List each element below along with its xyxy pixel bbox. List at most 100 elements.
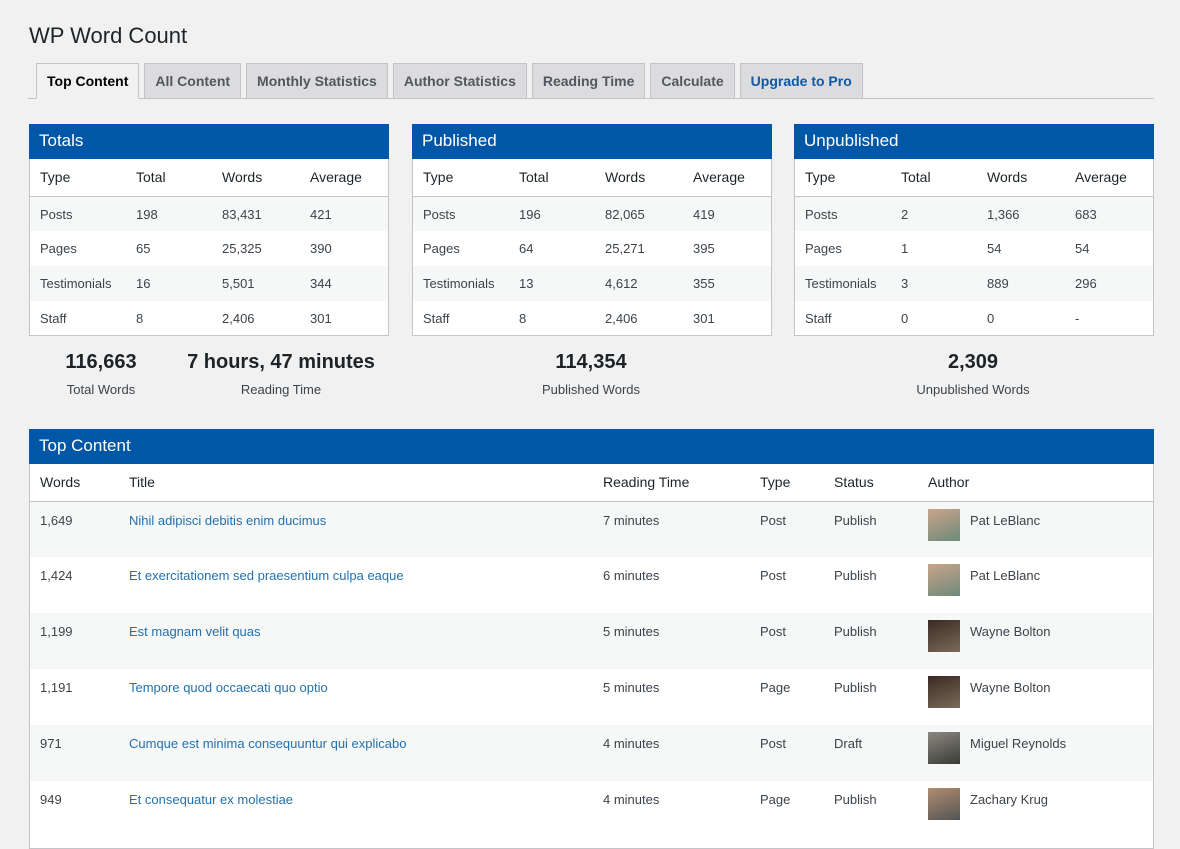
table-row: Pages 65 25,325 390 [30,231,388,266]
author-cell: Miguel Reynolds [918,725,1153,781]
table-cell: 1,199 [40,624,73,639]
table-cell: Post [760,624,787,639]
column-header: Reading Time [593,464,750,502]
table-cell: 683 [1075,206,1097,222]
table-cell: 1,424 [40,568,73,583]
table-cell: 2 [901,206,909,222]
stat-reading-time: 7 hours, 47 minutes Reading Time [161,351,401,397]
table-cell: 25,325 [222,241,262,256]
stat-label: Reading Time [240,382,322,397]
post-title-link[interactable]: Et exercitationem sed praesentium culpa … [129,568,404,583]
tab-author-statistics[interactable]: Author Statistics [392,63,527,99]
tab-monthly-statistics[interactable]: Monthly Statistics [246,63,388,99]
column-header: Words [595,159,683,197]
panel-header: Published [412,124,772,159]
stat-value: 7 hours, 47 minutes [187,351,375,373]
tab-upgrade-to-pro[interactable]: Upgrade to Pro [739,63,863,99]
column-header: Type [750,464,824,502]
stat-label: Published Words [541,382,641,397]
post-title-link[interactable]: Cumque est minima consequuntur qui expli… [129,736,407,751]
table-cell: Pages [423,241,460,256]
column-header: Average [1065,159,1153,197]
table-cell: 1 [901,241,909,256]
table-cell: 0 [987,311,995,326]
table-cell: 395 [693,241,715,256]
column-header: Author [918,464,1153,502]
table-cell: Testimonials [805,276,877,291]
column-header: Type [30,159,126,197]
table-cell: 83,431 [222,206,262,222]
page-title: WP Word Count [29,23,188,48]
table-cell: Post [760,512,787,528]
table-cell: 1,366 [987,206,1020,222]
table-cell: Testimonials [423,276,495,291]
tab-reading-time[interactable]: Reading Time [531,63,646,99]
table-cell: 301 [693,311,715,326]
author-cell: Wayne Bolton [918,613,1153,669]
totals-panel: Totals Type Total Words Average Posts 198 83,4… [29,124,389,336]
table-cell: 2,406 [222,311,255,326]
title-cell: Nihil adipisci debitis enim ducimus [119,501,593,557]
table-cell: 971 [40,736,62,751]
author-name: Wayne Bolton [970,624,1051,639]
stat-value: 114,354 [555,351,627,373]
stat-published-words: 114,354 Published Words [471,351,711,397]
table-row: Posts 2 1,366 683 [795,196,1153,231]
table-cell: 949 [40,792,62,807]
post-title-link[interactable]: Est magnam velit quas [129,624,261,639]
author-name: Pat LeBlanc [970,568,1041,583]
table-cell: Staff [40,311,67,326]
column-header: Title [119,464,593,502]
table-row: 1,649 Nihil adipisci debitis enim ducimus… [30,501,1153,557]
table-cell: Pages [40,241,77,256]
column-header: Words [30,464,119,502]
title-cell: Et consequatur ex molestiae [119,781,593,837]
table-cell: 355 [693,276,715,291]
author-cell: Pat LeBlanc [918,501,1153,557]
table-cell: 3 [901,276,909,291]
table-row: Posts 196 82,065 419 [413,196,771,231]
table-cell: Draft [834,736,863,751]
tab-all-content[interactable]: All Content [144,63,242,99]
table-row: Testimonials 3 889 296 [795,266,1153,301]
column-header: Average [683,159,771,197]
published-panel: Published Type Total Words Average Posts 196 8… [412,124,772,336]
tab-calculate[interactable]: Calculate [650,63,735,99]
author-name: Wayne Bolton [970,680,1051,695]
author-name: Pat LeBlanc [970,512,1041,528]
table-cell: Publish [834,680,877,695]
tab-bar: Top Content All Content Monthly Statisti… [28,63,1154,99]
table-row: Pages 1 54 54 [795,231,1153,266]
table-cell: 16 [136,276,151,291]
table-cell: 196 [519,206,541,222]
avatar [928,676,960,708]
author-name: Miguel Reynolds [970,736,1067,751]
table-cell: 419 [693,206,715,222]
table-cell: 1,191 [40,680,73,695]
table-cell: Page [760,792,791,807]
stat-label: Unpublished Words [916,382,1030,397]
avatar [928,732,960,764]
panel-header: Totals [29,124,389,159]
post-title-link[interactable]: Tempore quod occaecati quo optio [129,680,328,695]
table-row: Pages 64 25,271 395 [413,231,771,266]
table-cell: 4,612 [605,276,638,291]
table-cell: 390 [310,241,332,256]
table-cell: 4 minutes [603,792,660,807]
table-cell: Publish [834,568,877,583]
unpublished-panel: Unpublished Type Total Words Average Posts 2 1… [794,124,1154,336]
post-title-link[interactable]: Nihil adipisci debitis enim ducimus [129,513,326,528]
table-cell: Page [760,680,791,695]
title-cell: Cumque est minima consequuntur qui expli… [119,725,593,781]
avatar [928,620,960,652]
column-header: Words [212,159,300,197]
table-cell: 54 [1075,241,1090,256]
table-row: 1,424 Et exercitationem sed praesentium c… [30,557,1153,613]
stat-unpublished-words: 2,309 Unpublished Words [853,351,1093,397]
table-cell: 25,271 [605,241,645,256]
title-cell: Est magnam velit quas [119,613,593,669]
table-cell: Pages [805,241,842,256]
table-cell: 13 [519,276,534,291]
table-cell: 82,065 [605,206,645,222]
tab-top-content[interactable]: Top Content [36,63,140,99]
